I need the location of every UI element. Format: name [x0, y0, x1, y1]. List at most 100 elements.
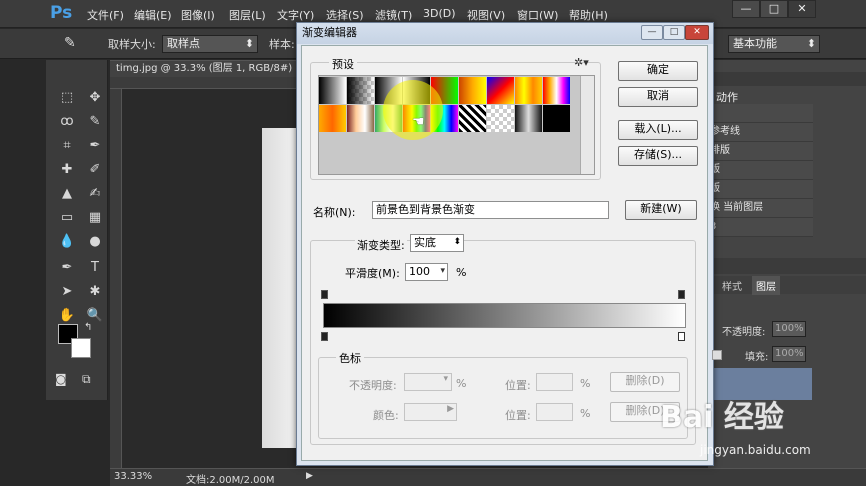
- dialog-close-button[interactable]: ✕: [685, 25, 709, 40]
- gradient-preset-swatch[interactable]: [543, 105, 570, 132]
- dialog-maximize-button[interactable]: □: [663, 25, 685, 40]
- menu-item[interactable]: 选择(S): [326, 7, 364, 23]
- swap-colors-icon[interactable]: ↰: [84, 322, 92, 333]
- lasso-icon[interactable]: ꝏ: [56, 112, 78, 132]
- menu-item[interactable]: 窗口(W): [517, 7, 558, 23]
- presets-scrollbar[interactable]: [580, 76, 594, 174]
- gradient-preset-swatch[interactable]: [487, 77, 514, 104]
- baidu-watermark-url: jingyan.baidu.com: [700, 443, 811, 457]
- crop-icon[interactable]: ⌗: [56, 136, 78, 156]
- menu-item[interactable]: 滤镜(T): [375, 7, 412, 23]
- shape-icon[interactable]: ✱: [84, 282, 106, 302]
- maximize-button[interactable]: □: [760, 0, 788, 18]
- gradient-preset-swatch[interactable]: [543, 77, 570, 104]
- load-button[interactable]: 载入(L)...: [618, 120, 698, 140]
- actions-footer: [708, 258, 866, 274]
- gradient-preset-swatch[interactable]: [515, 77, 542, 104]
- move-icon[interactable]: ✥: [84, 88, 106, 108]
- gradient-preset-swatch[interactable]: [319, 105, 346, 132]
- ok-button[interactable]: 确定: [618, 61, 698, 81]
- zoom-level[interactable]: 33.33%: [114, 471, 152, 482]
- dialog-minimize-button[interactable]: —: [641, 25, 663, 40]
- menu-item[interactable]: 图像(I): [181, 7, 215, 23]
- actions-panel-header: [708, 72, 866, 86]
- delete-opacity-stop-button[interactable]: 删除(D): [610, 372, 680, 392]
- gradient-type-select[interactable]: 实底 ⬍: [410, 234, 464, 252]
- color-location-input[interactable]: [536, 403, 573, 421]
- pen-icon[interactable]: ✒: [56, 258, 78, 278]
- path-select-icon[interactable]: ➤: [56, 282, 78, 302]
- presets-settings-icon[interactable]: ✲▾: [574, 56, 589, 69]
- opacity-stop-right[interactable]: [678, 290, 685, 299]
- close-button[interactable]: ✕: [788, 0, 816, 18]
- stamp-icon[interactable]: ▲: [56, 184, 78, 204]
- actions-list-item[interactable]: 3: [708, 218, 813, 237]
- sample-size-select[interactable]: 取样点 ⬍: [162, 35, 258, 53]
- menu-item[interactable]: 文件(F): [87, 7, 124, 23]
- stop-color-swatch[interactable]: ▶: [404, 403, 457, 421]
- color-location-label: 位置:: [505, 409, 531, 422]
- color-stop-right[interactable]: [678, 332, 685, 341]
- stop-opacity-label: 不透明度:: [349, 379, 397, 392]
- menu-item[interactable]: 帮助(H): [569, 7, 608, 23]
- status-arrow-icon[interactable]: ▶: [306, 471, 313, 481]
- horizontal-ruler: [110, 77, 300, 89]
- brush-icon[interactable]: ✐: [84, 160, 106, 180]
- save-button[interactable]: 存储(S)...: [618, 146, 698, 166]
- eyedropper-icon[interactable]: ✎: [64, 35, 76, 51]
- layer-opacity-field[interactable]: 100%: [772, 321, 806, 337]
- color-stop-left[interactable]: [321, 332, 328, 341]
- cancel-button[interactable]: 取消: [618, 87, 698, 107]
- opacity-location-input[interactable]: [536, 373, 573, 391]
- gradient-name-input[interactable]: 前景色到背景色渐变: [372, 201, 609, 219]
- resize-grip-icon[interactable]: [712, 350, 722, 360]
- opacity-stop-left[interactable]: [321, 290, 328, 299]
- background-color-swatch[interactable]: [71, 338, 91, 358]
- stops-group-label: 色标: [336, 350, 364, 366]
- history-brush-icon[interactable]: ✍: [84, 184, 106, 204]
- menu-item[interactable]: 文字(Y): [277, 7, 314, 23]
- marquee-icon[interactable]: ⬚: [56, 88, 78, 108]
- tab-layers[interactable]: 图层: [752, 276, 780, 295]
- workspace-select[interactable]: 基本功能 ⬍: [728, 35, 820, 53]
- menu-item[interactable]: 图层(L): [229, 7, 266, 23]
- cursor-highlight: [383, 80, 443, 140]
- minimize-button[interactable]: —: [732, 0, 760, 18]
- hand-icon[interactable]: ✋: [56, 306, 78, 326]
- screen-mode-icon[interactable]: ⧉: [82, 372, 91, 387]
- gradient-preview-bar[interactable]: [323, 303, 686, 328]
- quick-mask-icon[interactable]: ◙: [55, 372, 67, 386]
- menu-item[interactable]: 3D(D): [423, 7, 456, 20]
- gradient-preset-swatch[interactable]: [319, 77, 346, 104]
- stop-opacity-input[interactable]: ▾: [404, 373, 452, 391]
- dodge-icon[interactable]: ●: [84, 232, 106, 252]
- actions-list-item[interactable]: [708, 104, 813, 123]
- menu-item[interactable]: 视图(V): [467, 7, 505, 23]
- type-icon[interactable]: T: [84, 258, 106, 278]
- gradient-preset-swatch[interactable]: [515, 105, 542, 132]
- new-gradient-button[interactable]: 新建(W): [625, 200, 697, 220]
- document-tab[interactable]: timg.jpg @ 33.3% (图层 1, RGB/8#): [110, 60, 300, 77]
- healing-icon[interactable]: ✚: [56, 160, 78, 180]
- actions-list-item[interactable]: 排版: [708, 142, 813, 161]
- layer-fill-field[interactable]: 100%: [772, 346, 806, 362]
- gradient-preset-swatch[interactable]: [487, 105, 514, 132]
- actions-list-item[interactable]: 参考线: [708, 123, 813, 142]
- blur-icon[interactable]: 💧: [56, 232, 78, 252]
- quick-select-icon[interactable]: ✎: [84, 112, 106, 132]
- gradient-preset-swatch[interactable]: [347, 105, 374, 132]
- presets-label: 预设: [329, 56, 357, 72]
- actions-list-item[interactable]: 换 当前图层: [708, 199, 813, 218]
- actions-list-item[interactable]: 版: [708, 161, 813, 180]
- gradient-preset-swatch[interactable]: [459, 77, 486, 104]
- smoothness-input[interactable]: 100 ▾: [405, 263, 448, 281]
- gradient-preset-swatch[interactable]: [347, 77, 374, 104]
- gradient-icon[interactable]: ▦: [84, 208, 106, 228]
- eraser-icon[interactable]: ▭: [56, 208, 78, 228]
- menu-item[interactable]: 编辑(E): [134, 7, 172, 23]
- eyedropper-icon[interactable]: ✒: [84, 136, 106, 156]
- actions-list-item[interactable]: 版: [708, 180, 813, 199]
- gradient-preset-swatch[interactable]: [459, 105, 486, 132]
- vertical-ruler: [110, 89, 122, 469]
- tab-styles[interactable]: 样式: [722, 278, 742, 293]
